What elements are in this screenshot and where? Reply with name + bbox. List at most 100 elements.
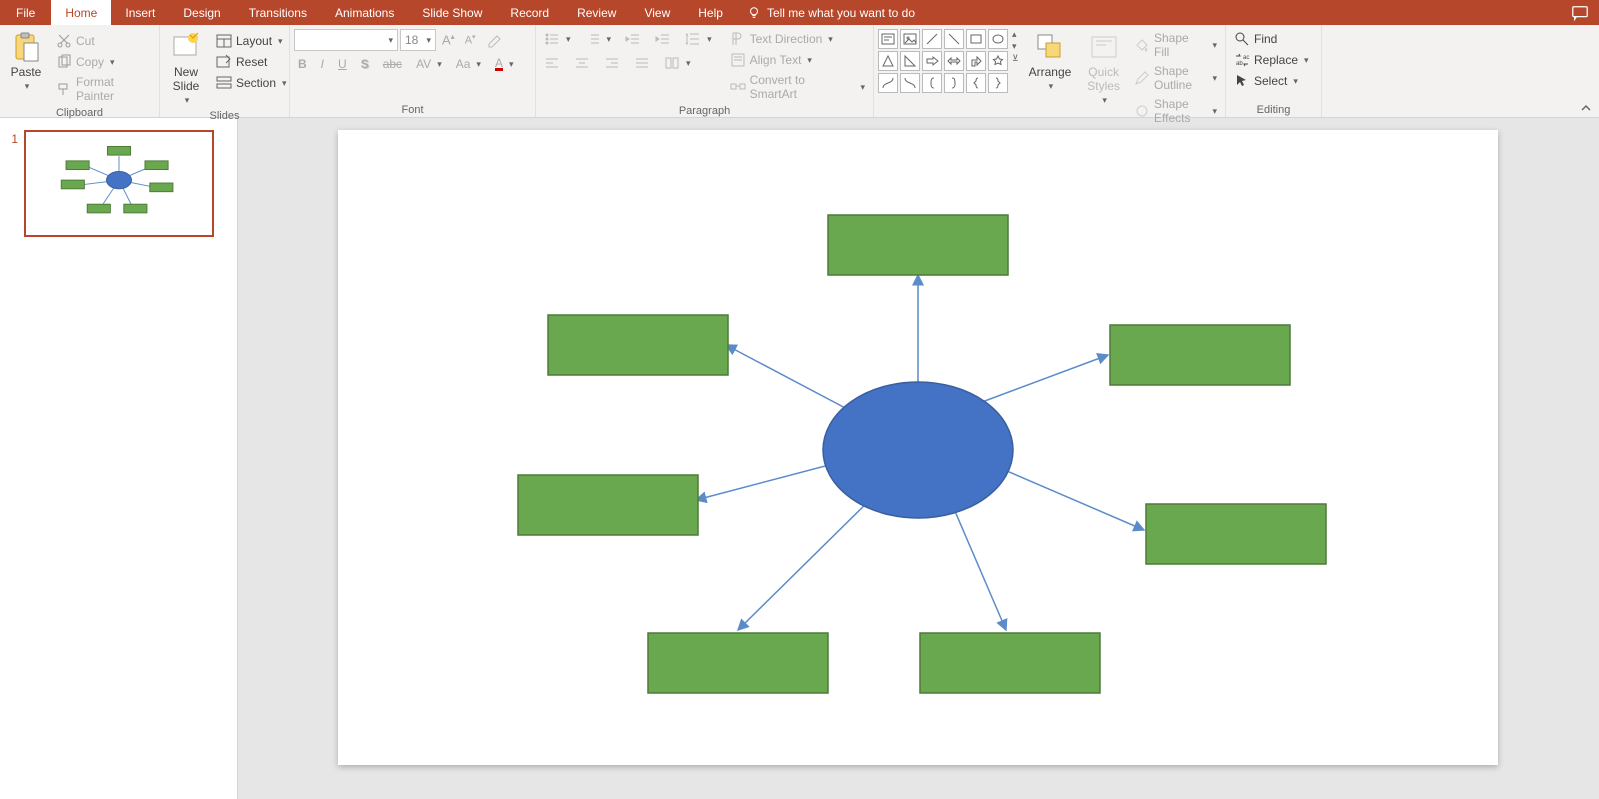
tab-transitions[interactable]: Transitions xyxy=(235,0,321,25)
reset-button[interactable]: Reset xyxy=(212,52,291,72)
copy-button[interactable]: Copy▾ xyxy=(52,52,155,72)
shape-textbox[interactable] xyxy=(878,29,898,49)
shape-fill-button[interactable]: Shape Fill▾ xyxy=(1130,29,1221,61)
center-ellipse[interactable] xyxy=(823,382,1013,518)
shape-outline-button[interactable]: Shape Outline▾ xyxy=(1130,62,1221,94)
shape-line2[interactable] xyxy=(944,29,964,49)
find-button[interactable]: Find xyxy=(1230,29,1313,49)
slide[interactable] xyxy=(338,130,1498,765)
ribbon: Paste ▾ Cut Copy▾ Format Painter Clipboa… xyxy=(0,25,1599,118)
increase-font-button[interactable]: A▴ xyxy=(438,30,459,49)
chevron-up-icon[interactable]: ▴ xyxy=(1012,29,1019,40)
clear-format-button[interactable] xyxy=(482,30,506,50)
box-upper-right[interactable] xyxy=(1110,325,1290,385)
format-painter-label: Format Painter xyxy=(76,75,151,103)
tab-insert[interactable]: Insert xyxy=(111,0,169,25)
italic-button[interactable]: I xyxy=(317,55,328,73)
slide-canvas-area[interactable] xyxy=(238,118,1599,799)
arrange-button[interactable]: Arrange ▾ xyxy=(1023,29,1078,94)
pen-icon xyxy=(1134,70,1150,86)
group-font: ▾ 18▾ A▴ A▾ B I U S abc AV▾ Aa▾ A▾ F xyxy=(290,25,536,117)
tell-me[interactable]: Tell me what you want to do xyxy=(747,6,915,20)
shape-outline-label: Shape Outline xyxy=(1154,64,1206,92)
char-spacing-button[interactable]: AV▾ xyxy=(412,55,446,73)
shape-brace-l[interactable] xyxy=(922,73,942,93)
lightbulb-icon xyxy=(747,6,761,20)
align-text-label: Align Text xyxy=(750,53,802,67)
shape-connector2[interactable] xyxy=(900,73,920,93)
thumbnail-panel[interactable]: 1 xyxy=(0,118,238,799)
bullets-button[interactable]: ▾ xyxy=(540,29,575,49)
line-spacing-button[interactable]: ▾ xyxy=(681,29,716,49)
shape-rect[interactable] xyxy=(966,29,986,49)
shape-curly-l[interactable] xyxy=(966,73,986,93)
justify-button[interactable] xyxy=(630,53,654,73)
more-icon[interactable]: ⊻ xyxy=(1012,53,1019,64)
svg-text:ac: ac xyxy=(1243,55,1249,61)
layout-button[interactable]: Layout▾ xyxy=(212,31,291,51)
underline-button[interactable]: U xyxy=(334,55,351,73)
tab-help[interactable]: Help xyxy=(684,0,737,25)
numbering-button[interactable]: ▾ xyxy=(581,29,616,49)
chevron-down-icon[interactable]: ▾ xyxy=(1012,41,1019,52)
layout-icon xyxy=(216,33,232,49)
shape-arrow-lr[interactable] xyxy=(944,51,964,71)
decrease-font-button[interactable]: A▾ xyxy=(461,31,480,49)
shape-star[interactable] xyxy=(988,51,1008,71)
align-text-button[interactable]: Align Text▾ xyxy=(726,50,869,70)
collapse-ribbon-icon[interactable] xyxy=(1579,101,1593,115)
shape-arrow-turn[interactable] xyxy=(966,51,986,71)
shape-connector1[interactable] xyxy=(878,73,898,93)
box-top[interactable] xyxy=(828,215,1008,275)
strike-button[interactable]: abc xyxy=(379,55,406,73)
tab-slideshow[interactable]: Slide Show xyxy=(408,0,496,25)
box-upper-left[interactable] xyxy=(548,315,728,375)
shape-oval[interactable] xyxy=(988,29,1008,49)
increase-indent-button[interactable] xyxy=(651,29,675,49)
shape-curly-r[interactable] xyxy=(988,73,1008,93)
font-name-combo[interactable]: ▾ xyxy=(294,29,398,51)
font-size-combo[interactable]: 18▾ xyxy=(400,29,436,51)
shadow-button[interactable]: S xyxy=(357,55,373,73)
shape-picture[interactable] xyxy=(900,29,920,49)
font-color-button[interactable]: A▾ xyxy=(491,56,518,73)
slide-thumbnail-1[interactable] xyxy=(24,130,214,237)
shape-rtriangle[interactable] xyxy=(900,51,920,71)
box-mid-right[interactable] xyxy=(1146,504,1326,564)
box-lower-left[interactable] xyxy=(648,633,828,693)
tab-design[interactable]: Design xyxy=(169,0,234,25)
align-left-button[interactable] xyxy=(540,53,564,73)
tab-review[interactable]: Review xyxy=(563,0,630,25)
quick-styles-label: Quick Styles xyxy=(1087,65,1120,93)
columns-button[interactable]: ▾ xyxy=(660,53,695,73)
bold-button[interactable]: B xyxy=(294,55,311,73)
tab-record[interactable]: Record xyxy=(496,0,563,25)
align-right-button[interactable] xyxy=(600,53,624,73)
text-direction-button[interactable]: Text Direction▾ xyxy=(726,29,869,49)
change-case-button[interactable]: Aa▾ xyxy=(452,55,485,73)
tab-view[interactable]: View xyxy=(630,0,684,25)
quick-styles-button[interactable]: Quick Styles ▾ xyxy=(1081,29,1126,108)
shape-brace-r[interactable] xyxy=(944,73,964,93)
shape-arrow-r[interactable] xyxy=(922,51,942,71)
cut-button[interactable]: Cut xyxy=(52,31,155,51)
shapes-gallery[interactable] xyxy=(878,29,1008,93)
shape-triangle[interactable] xyxy=(878,51,898,71)
paste-button[interactable]: Paste ▾ xyxy=(4,29,48,94)
box-lower-right[interactable] xyxy=(920,633,1100,693)
comments-icon[interactable] xyxy=(1571,4,1589,22)
convert-smartart-button[interactable]: Convert to SmartArt▾ xyxy=(726,71,869,103)
section-button[interactable]: Section▾ xyxy=(212,73,291,93)
box-mid-left[interactable] xyxy=(518,475,698,535)
select-button[interactable]: Select▾ xyxy=(1230,71,1313,91)
shape-line[interactable] xyxy=(922,29,942,49)
tab-home[interactable]: Home xyxy=(51,0,111,25)
align-center-button[interactable] xyxy=(570,53,594,73)
format-painter-button[interactable]: Format Painter xyxy=(52,73,155,105)
tab-file[interactable]: File xyxy=(0,0,51,25)
new-slide-button[interactable]: New Slide ▾ xyxy=(164,29,208,108)
decrease-indent-button[interactable] xyxy=(621,29,645,49)
thumbnail-preview xyxy=(26,132,212,235)
replace-button[interactable]: abac Replace▾ xyxy=(1230,50,1313,70)
tab-animations[interactable]: Animations xyxy=(321,0,408,25)
